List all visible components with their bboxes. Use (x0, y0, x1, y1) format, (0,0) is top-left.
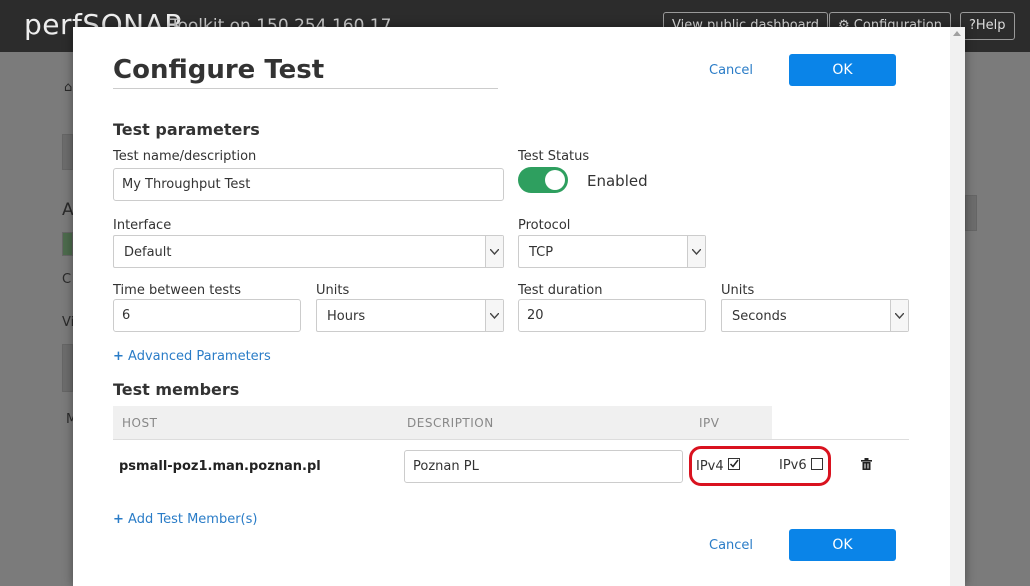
bg-badge (62, 232, 73, 256)
duration-units-label: Units (721, 283, 755, 298)
test-status-toggle[interactable] (518, 167, 568, 193)
test-duration-input[interactable]: 20 (518, 299, 706, 332)
chevron-down-icon (485, 300, 503, 331)
ipv4-option[interactable]: IPv4 (696, 458, 740, 474)
add-test-member-link[interactable]: + Add Test Member(s) (113, 512, 257, 527)
member-host: psmall-poz1.man.poznan.pl (119, 459, 321, 474)
ipv6-checkbox[interactable] (810, 458, 823, 470)
test-status-value: Enabled (587, 172, 648, 190)
interval-units-select[interactable]: Hours (316, 299, 504, 332)
ipv6-label: IPv6 (779, 458, 807, 473)
bg-table-header (62, 344, 73, 392)
question-icon: ? (969, 18, 976, 33)
protocol-select[interactable]: TCP (518, 235, 706, 268)
title-divider (113, 88, 498, 89)
protocol-selected-value: TCP (529, 245, 554, 260)
test-parameters-heading: Test parameters (113, 120, 260, 139)
ok-button-bottom[interactable]: OK (789, 529, 896, 561)
bg-heading-fragment: A (62, 200, 74, 220)
duration-units-select[interactable]: Seconds (721, 299, 909, 332)
test-name-label: Test name/description (113, 149, 257, 164)
bg-side-panel (965, 195, 977, 231)
column-description: DESCRIPTION (407, 416, 494, 430)
chevron-down-icon (687, 236, 705, 267)
test-status-label: Test Status (518, 149, 590, 164)
time-between-tests-label: Time between tests (113, 283, 242, 298)
plus-icon: + (113, 512, 124, 527)
trash-icon[interactable] (861, 458, 872, 474)
column-host: HOST (122, 416, 158, 430)
cancel-button-bottom[interactable]: Cancel (709, 538, 753, 553)
home-icon: ⌂ (64, 80, 73, 95)
advanced-parameters-link[interactable]: + Advanced Parameters (113, 349, 271, 364)
bg-panel (62, 134, 73, 170)
test-duration-label: Test duration (518, 283, 603, 298)
help-button[interactable]: ?Help (960, 12, 1015, 40)
chevron-down-icon (890, 300, 908, 331)
modal-title: Configure Test (113, 55, 325, 85)
interface-label: Interface (113, 218, 172, 233)
duration-units-selected-value: Seconds (732, 309, 787, 324)
ok-button-top[interactable]: OK (789, 54, 896, 86)
header-divider (113, 439, 909, 440)
interval-units-selected-value: Hours (327, 309, 366, 324)
interval-units-label: Units (316, 283, 350, 298)
column-ipv: IPV (699, 416, 720, 430)
cancel-button-top[interactable]: Cancel (709, 63, 753, 78)
ipv4-label: IPv4 (696, 459, 724, 474)
member-description-input[interactable]: Poznan PL (404, 450, 683, 483)
test-name-input[interactable]: My Throughput Test (113, 168, 504, 201)
scroll-up-icon[interactable] (953, 31, 961, 36)
bg-text-fragment: C (62, 272, 72, 287)
interface-select[interactable]: Default (113, 235, 504, 268)
ipv6-option[interactable]: IPv6 (779, 458, 823, 473)
test-members-heading: Test members (113, 380, 240, 399)
interface-selected-value: Default (124, 245, 172, 260)
time-between-tests-input[interactable]: 6 (113, 299, 301, 332)
toggle-knob (545, 170, 565, 190)
modal-scrollbar[interactable] (950, 27, 965, 586)
configure-test-modal: Configure Test Cancel OK Test parameters… (73, 27, 965, 586)
protocol-label: Protocol (518, 218, 571, 233)
ipv4-checkbox[interactable] (727, 458, 740, 470)
chevron-down-icon (485, 236, 503, 267)
plus-icon: + (113, 349, 124, 364)
